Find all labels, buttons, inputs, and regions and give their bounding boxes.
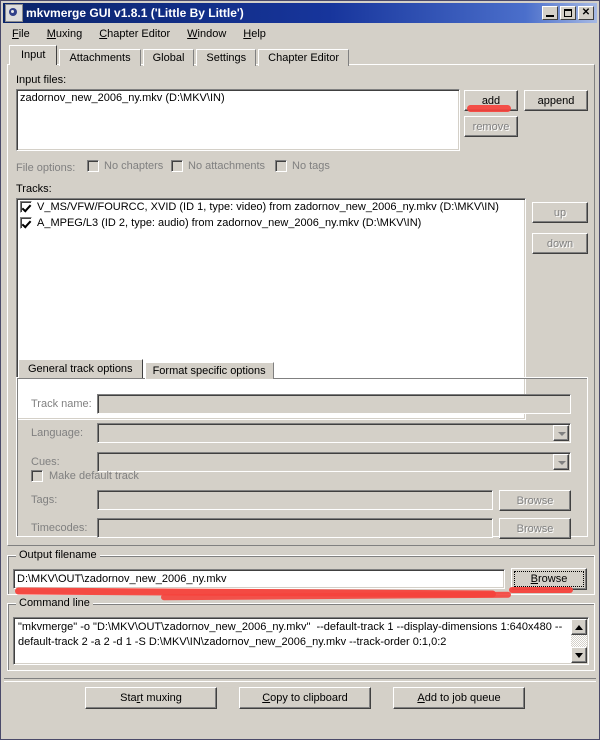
window-controls: ✕: [542, 6, 594, 20]
command-line-textarea[interactable]: "mkvmerge" -o "D:\MKV\OUT\zadornov_new_2…: [13, 617, 589, 665]
tab-general-track-options[interactable]: General track options: [18, 359, 143, 378]
command-line-text: "mkvmerge" -o "D:\MKV\OUT\zadornov_new_2…: [18, 621, 563, 648]
start-muxing-label: Start muxing: [120, 692, 182, 704]
track-checkbox[interactable]: [20, 217, 32, 229]
tags-input: [97, 490, 493, 510]
scroll-up-icon[interactable]: [571, 619, 587, 635]
file-option-no-attachments: No attachments: [171, 160, 265, 172]
scroll-down-icon[interactable]: [571, 647, 587, 663]
track-up-button: up: [532, 202, 588, 223]
tags-label: Tags:: [31, 494, 58, 506]
close-button[interactable]: ✕: [578, 6, 594, 20]
file-option-no-tags: No tags: [275, 160, 330, 172]
tab-global[interactable]: Global: [142, 49, 195, 66]
track-checkbox[interactable]: [20, 201, 32, 213]
timecodes-input: [97, 518, 493, 538]
menu-file[interactable]: File: [4, 27, 39, 41]
add-to-job-queue-button[interactable]: Add to job queue: [393, 687, 525, 709]
copy-to-clipboard-label: Copy to clipboard: [262, 692, 348, 704]
track-row[interactable]: V_MS/VFW/FOURCC, XVID (ID 1, type: video…: [17, 199, 525, 215]
remove-button: remove: [464, 116, 518, 137]
input-tab-panel: Input files: zadornov_new_2006_ny.mkv (D…: [7, 64, 595, 546]
track-options-tabstrip: General track options Format specific op…: [18, 359, 276, 379]
tab-attachments[interactable]: Attachments: [59, 49, 141, 66]
tab-chapter-editor[interactable]: Chapter Editor: [258, 49, 350, 66]
main-tabstrip: Input Attachments Global Settings Chapte…: [9, 45, 593, 66]
output-browse-label: Browse: [530, 573, 568, 585]
output-browse-button[interactable]: Browse: [511, 568, 587, 590]
mkvmerge-window: mkvmerge GUI v1.8.1 ('Little By Little')…: [0, 0, 600, 740]
menu-help[interactable]: Help: [235, 27, 275, 41]
track-name-input: [97, 394, 571, 414]
cues-combo: [97, 452, 571, 472]
timecodes-browse-button: Browse: [499, 518, 571, 539]
track-down-button: down: [532, 233, 588, 254]
command-line-scrollbar[interactable]: [571, 619, 587, 663]
window-title: mkvmerge GUI v1.8.1 ('Little By Little'): [26, 6, 244, 20]
no-attachments-checkbox: [171, 160, 183, 172]
chevron-down-icon: [553, 454, 569, 470]
no-tags-label: No tags: [292, 160, 330, 172]
bottom-separator: [4, 678, 596, 682]
title-bar[interactable]: mkvmerge GUI v1.8.1 ('Little By Little')…: [3, 3, 597, 23]
tab-input[interactable]: Input: [9, 45, 58, 65]
no-attachments-label: No attachments: [188, 160, 266, 172]
file-option-no-chapters: No chapters: [87, 160, 163, 172]
language-combo: [97, 423, 571, 443]
track-name-label: Track name:: [31, 398, 92, 410]
no-chapters-checkbox: [87, 160, 99, 172]
input-files-label: Input files:: [16, 74, 67, 86]
input-files-list[interactable]: zadornov_new_2006_ny.mkv (D:\MKV\IN): [16, 89, 460, 151]
maximize-button[interactable]: [560, 6, 576, 20]
output-filename-input[interactable]: D:\MKV\OUT\zadornov_new_2006_ny.mkv: [13, 569, 505, 589]
add-button[interactable]: add: [464, 90, 518, 111]
app-icon: [5, 4, 23, 22]
menu-chapter-editor[interactable]: Chapter Editor: [91, 27, 179, 41]
command-line-group-title: Command line: [16, 597, 93, 609]
tab-format-specific-options[interactable]: Format specific options: [144, 362, 274, 379]
minimize-button[interactable]: [542, 6, 558, 20]
tab-settings[interactable]: Settings: [196, 49, 257, 66]
track-label: V_MS/VFW/FOURCC, XVID (ID 1, type: video…: [37, 201, 499, 213]
language-label: Language:: [31, 427, 83, 439]
tracks-label: Tracks:: [16, 183, 52, 195]
file-options-label: File options:: [16, 162, 76, 174]
add-to-job-queue-label: Add to job queue: [417, 692, 501, 704]
make-default-track-checkbox: [31, 470, 43, 482]
tags-browse-button: Browse: [499, 490, 571, 511]
timecodes-label: Timecodes:: [31, 522, 88, 534]
no-chapters-label: No chapters: [104, 160, 164, 172]
make-default-track-row: Make default track: [31, 470, 139, 482]
cues-label: Cues:: [31, 456, 60, 468]
menu-muxing[interactable]: Muxing: [39, 27, 91, 41]
append-button[interactable]: append: [524, 90, 588, 111]
menu-bar: File Muxing Chapter Editor Window Help: [4, 25, 596, 42]
chevron-down-icon: [553, 425, 569, 441]
make-default-track-label: Make default track: [49, 470, 139, 482]
start-muxing-button[interactable]: Start muxing: [85, 687, 217, 709]
menu-window[interactable]: Window: [179, 27, 235, 41]
track-label: A_MPEG/L3 (ID 2, type: audio) from zador…: [37, 217, 422, 229]
list-item[interactable]: zadornov_new_2006_ny.mkv (D:\MKV\IN): [17, 90, 459, 106]
output-filename-group-title: Output filename: [16, 549, 100, 561]
output-filename-value: D:\MKV\OUT\zadornov_new_2006_ny.mkv: [17, 573, 227, 585]
track-row[interactable]: A_MPEG/L3 (ID 2, type: audio) from zador…: [17, 215, 525, 231]
no-tags-checkbox: [275, 160, 287, 172]
copy-to-clipboard-button[interactable]: Copy to clipboard: [239, 687, 371, 709]
